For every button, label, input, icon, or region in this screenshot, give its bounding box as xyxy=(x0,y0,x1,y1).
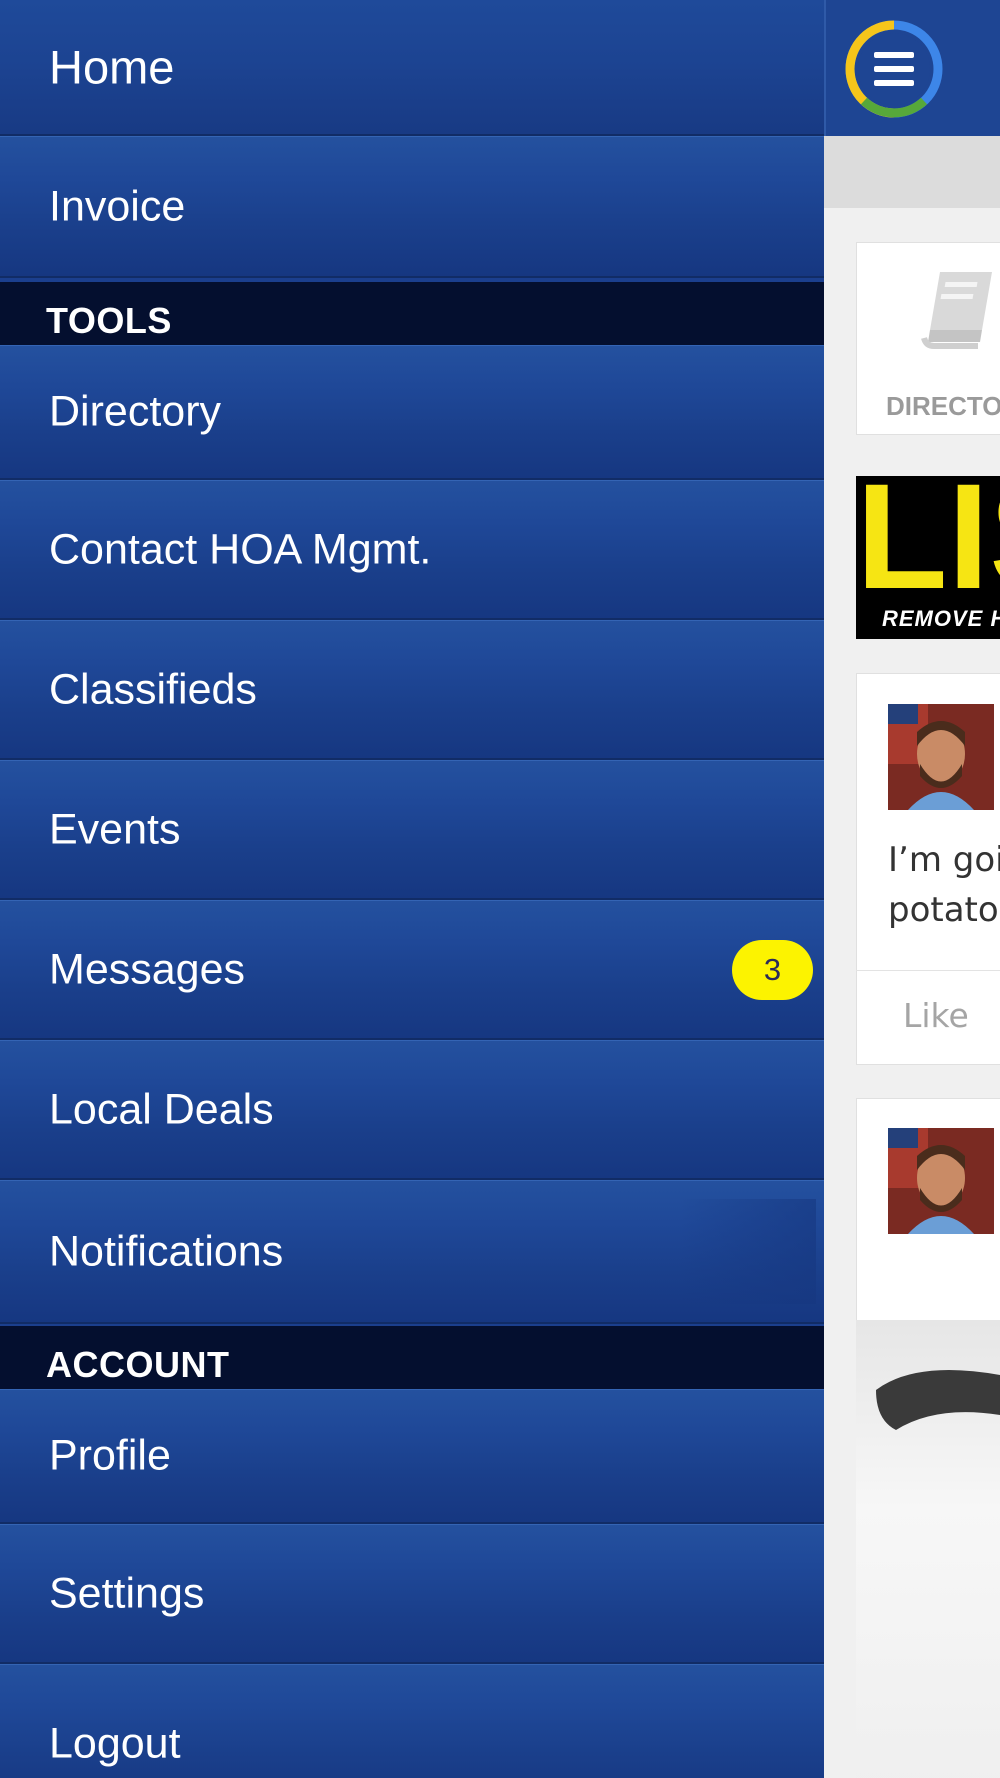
post-image-graphic xyxy=(876,1370,1000,1430)
post-text-line-1: I’m goi xyxy=(888,840,1000,880)
ad-headline-text: LIS xyxy=(856,476,1000,596)
avatar[interactable] xyxy=(888,704,994,810)
avatar-image xyxy=(888,1128,994,1234)
nav-item-messages[interactable]: Messages 3 xyxy=(0,900,824,1040)
section-header-account-label: ACCOUNT xyxy=(46,1344,230,1385)
nav-item-classifieds-label: Classifieds xyxy=(49,665,257,713)
post-image[interactable] xyxy=(856,1320,1000,1778)
nav-item-profile-label: Profile xyxy=(49,1431,171,1480)
nav-item-local-deals-label: Local Deals xyxy=(49,1085,274,1133)
nav-item-notifications-label: Notifications xyxy=(49,1227,284,1275)
section-header-tools: TOOLS xyxy=(0,282,824,345)
nav-item-directory[interactable]: Directory xyxy=(0,345,824,480)
hamburger-menu-icon xyxy=(845,20,943,118)
nav-item-logout-label: Logout xyxy=(49,1719,181,1768)
nav-item-contact-hoa-label: Contact HOA Mgmt. xyxy=(49,525,432,573)
like-button[interactable]: Like xyxy=(903,996,969,1035)
navigation-drawer: Home Invoice TOOLS Directory Contact HOA… xyxy=(0,0,824,1778)
notifications-pressed-shade xyxy=(680,1199,816,1304)
nav-item-settings-label: Settings xyxy=(49,1569,205,1617)
nav-item-invoice[interactable]: Invoice xyxy=(0,136,824,278)
nav-item-directory-label: Directory xyxy=(49,387,222,436)
nav-item-settings[interactable]: Settings xyxy=(0,1524,824,1664)
ad-headline-graphic: LIS xyxy=(856,476,1000,596)
post-text-line-2: potato xyxy=(888,890,999,930)
app-header-bar xyxy=(824,0,1000,136)
directory-tile-label: DIRECTO xyxy=(886,391,1000,421)
section-header-account: ACCOUNT xyxy=(0,1326,824,1389)
hamburger-menu-button[interactable] xyxy=(844,19,944,119)
messages-count-badge: 3 xyxy=(732,939,813,1000)
nav-item-events-label: Events xyxy=(49,805,181,853)
book-icon xyxy=(921,272,992,349)
avatar[interactable] xyxy=(888,1128,994,1234)
nav-item-home-label: Home xyxy=(49,40,175,94)
nav-item-logout[interactable]: Logout xyxy=(0,1664,824,1778)
nav-item-home[interactable]: Home xyxy=(0,0,824,136)
nav-item-notifications[interactable]: Notifications xyxy=(0,1180,824,1324)
sub-toolbar xyxy=(824,136,1000,208)
nav-item-profile[interactable]: Profile xyxy=(0,1389,824,1524)
nav-item-messages-label: Messages xyxy=(49,945,245,993)
nav-item-contact-hoa[interactable]: Contact HOA Mgmt. xyxy=(0,480,824,620)
nav-item-events[interactable]: Events xyxy=(0,760,824,900)
nav-item-invoice-label: Invoice xyxy=(49,182,186,230)
nav-item-classifieds[interactable]: Classifieds xyxy=(0,620,824,760)
avatar-image xyxy=(888,704,994,810)
ad-subtext: REMOVE H xyxy=(882,606,1000,631)
nav-item-local-deals[interactable]: Local Deals xyxy=(0,1040,824,1180)
section-header-tools-label: TOOLS xyxy=(46,300,172,341)
